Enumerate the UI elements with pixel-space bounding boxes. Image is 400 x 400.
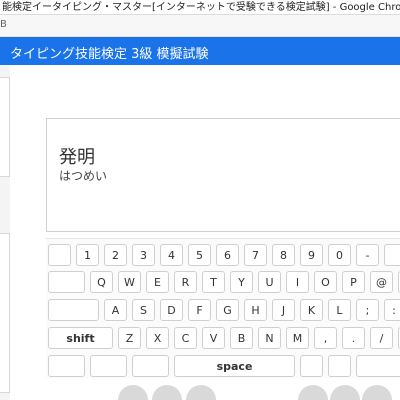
key-muhenkan[interactable] — [132, 355, 169, 377]
key-t[interactable]: T — [202, 271, 225, 293]
key-7[interactable]: 7 — [244, 244, 267, 266]
key-v[interactable]: V — [202, 327, 225, 349]
key-period[interactable]: . — [342, 327, 365, 349]
key-e[interactable]: E — [146, 271, 169, 293]
key-p[interactable]: P — [342, 271, 365, 293]
key-g[interactable]: G — [216, 299, 239, 321]
finger-guide-left-ring — [152, 385, 182, 400]
key-c[interactable]: C — [174, 327, 197, 349]
window-title: 能検定イータイピング・マスター[インターネットで受験できる検定試験] - Goo… — [2, 2, 400, 13]
finger-guide-left-middle — [186, 385, 216, 400]
key-5[interactable]: 5 — [188, 244, 211, 266]
key-alt-right[interactable] — [356, 355, 400, 377]
key-a[interactable]: A — [104, 299, 127, 321]
question-reading: はつめい — [59, 169, 108, 183]
key-d[interactable]: D — [160, 299, 183, 321]
left-side-panel — [0, 65, 10, 400]
key-escape[interactable] — [48, 244, 71, 266]
key-0[interactable]: 0 — [328, 244, 351, 266]
key-comma[interactable]: , — [314, 327, 337, 349]
key-caps-lock[interactable] — [48, 299, 99, 321]
key-4[interactable]: 4 — [160, 244, 183, 266]
key-s[interactable]: S — [132, 299, 155, 321]
key-3[interactable]: 3 — [132, 244, 155, 266]
key-r[interactable]: R — [174, 271, 197, 293]
finger-guide-right-middle — [298, 385, 328, 400]
finger-guide-right-ring — [330, 385, 360, 400]
key-n[interactable]: N — [258, 327, 281, 349]
key-kana[interactable] — [328, 355, 351, 377]
key-m[interactable]: M — [286, 327, 309, 349]
browser-titlebar: 能検定イータイピング・マスター[インターネットで受験できる検定試験] - Goo… — [0, 0, 400, 15]
key-9[interactable]: 9 — [300, 244, 323, 266]
key-k[interactable]: K — [300, 299, 323, 321]
key-j[interactable]: J — [272, 299, 295, 321]
key-z[interactable]: Z — [118, 327, 141, 349]
key-slash[interactable]: / — [370, 327, 393, 349]
key-alt[interactable] — [90, 355, 127, 377]
key-h[interactable]: H — [244, 299, 267, 321]
finger-guide-right-pinky — [362, 385, 392, 400]
key-w[interactable]: W — [118, 271, 141, 293]
key-shift[interactable]: shift — [48, 327, 113, 349]
key-minus[interactable]: - — [356, 244, 379, 266]
key-6[interactable]: 6 — [216, 244, 239, 266]
left-panel-box-bottom — [0, 233, 10, 393]
key-o[interactable]: O — [314, 271, 337, 293]
key-8[interactable]: 8 — [272, 244, 295, 266]
key-u[interactable]: U — [258, 271, 281, 293]
key-semicolon[interactable]: ; — [356, 299, 379, 321]
key-i[interactable]: I — [286, 271, 309, 293]
key-space[interactable]: space — [174, 355, 295, 377]
key-ctrl[interactable] — [48, 355, 85, 377]
address-fragment: B — [0, 19, 7, 30]
left-panel-box-top — [0, 77, 10, 177]
key-tab[interactable] — [48, 271, 85, 293]
key-y[interactable]: Y — [230, 271, 253, 293]
virtual-keyboard: 1 2 3 4 5 6 7 8 9 0 - Q W E R T Y U I O … — [46, 238, 400, 378]
key-f[interactable]: F — [188, 299, 211, 321]
key-caret[interactable] — [384, 244, 400, 266]
question-card: 発明 はつめい — [46, 118, 400, 232]
finger-guide-left-pinky — [118, 385, 148, 400]
app-header: タイピング技能検定 3級 模擬試験 — [0, 37, 400, 65]
question-word: 発明 — [59, 147, 95, 168]
key-at[interactable]: @ — [370, 271, 393, 293]
key-henkan[interactable] — [300, 355, 323, 377]
key-q[interactable]: Q — [90, 271, 113, 293]
page-title: タイピング技能検定 3級 模擬試験 — [10, 47, 209, 62]
address-bar[interactable]: B — [0, 15, 400, 37]
key-2[interactable]: 2 — [104, 244, 127, 266]
key-b[interactable]: B — [230, 327, 253, 349]
key-l[interactable]: L — [328, 299, 351, 321]
key-x[interactable]: X — [146, 327, 169, 349]
key-colon[interactable]: : — [384, 299, 400, 321]
key-1[interactable]: 1 — [76, 244, 99, 266]
